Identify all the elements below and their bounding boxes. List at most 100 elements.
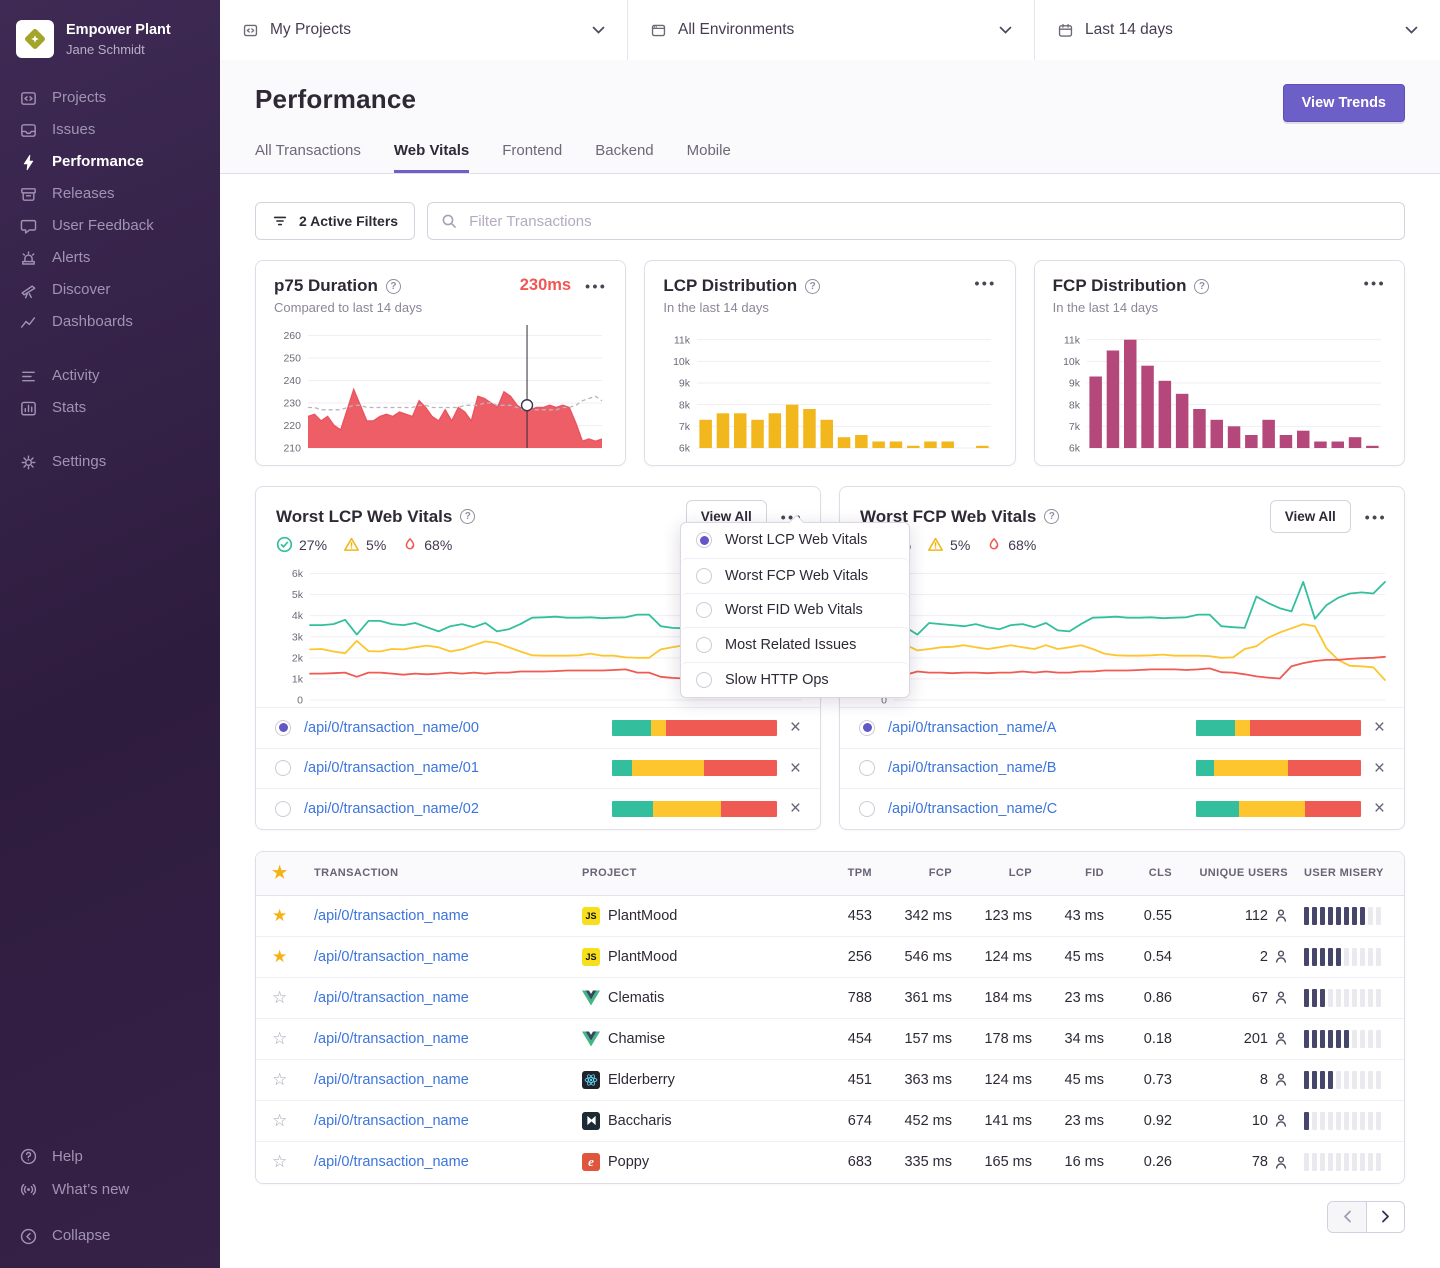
transaction-radio[interactable] bbox=[859, 801, 875, 817]
help-circle-icon[interactable]: ? bbox=[1044, 509, 1059, 524]
column-header[interactable]: PROJECT bbox=[582, 867, 810, 879]
close-icon[interactable]: × bbox=[1374, 799, 1385, 818]
close-icon[interactable]: × bbox=[790, 718, 801, 737]
option-radio[interactable] bbox=[696, 568, 712, 584]
org-switcher[interactable]: Empower Plant Jane Schmidt bbox=[0, 20, 220, 58]
column-header[interactable]: UNIQUE USERS bbox=[1172, 867, 1288, 879]
card-menu-button[interactable]: ••• bbox=[974, 276, 996, 290]
tab-backend[interactable]: Backend bbox=[595, 142, 653, 173]
option-radio[interactable] bbox=[696, 602, 712, 618]
dropdown-option-slow-http-ops[interactable]: Slow HTTP Ops bbox=[681, 662, 909, 697]
project-filter-dropdown[interactable]: My Projects bbox=[220, 0, 628, 60]
next-page-button[interactable] bbox=[1366, 1202, 1404, 1232]
help-circle-icon[interactable]: ? bbox=[460, 509, 475, 524]
column-header[interactable]: TPM bbox=[810, 867, 872, 879]
sidebar-item-settings[interactable]: Settings bbox=[0, 446, 220, 478]
close-icon[interactable]: × bbox=[1374, 718, 1385, 737]
transaction-radio[interactable] bbox=[275, 801, 291, 817]
view-trends-button[interactable]: View Trends bbox=[1283, 84, 1405, 122]
star-icon[interactable]: ☆ bbox=[272, 1029, 314, 1049]
date-range-dropdown[interactable]: Last 14 days bbox=[1035, 0, 1440, 60]
sidebar-item-activity[interactable]: Activity bbox=[0, 360, 220, 392]
sidebar-item-alerts[interactable]: Alerts bbox=[0, 242, 220, 274]
transaction-link[interactable]: /api/0/transaction_name/C bbox=[888, 801, 1183, 817]
transaction-link[interactable]: /api/0/transaction_name bbox=[314, 1154, 582, 1170]
project-cell[interactable]: Baccharis bbox=[582, 1112, 810, 1130]
active-filters-button[interactable]: 2 Active Filters bbox=[255, 202, 415, 240]
card-menu-button[interactable]: ••• bbox=[1364, 276, 1386, 290]
star-icon[interactable]: ☆ bbox=[272, 1070, 314, 1090]
column-header[interactable]: FID bbox=[1032, 867, 1104, 879]
star-icon[interactable]: ☆ bbox=[272, 1152, 314, 1172]
column-header[interactable]: LCP bbox=[952, 867, 1032, 879]
transaction-radio[interactable] bbox=[275, 720, 291, 736]
transaction-link[interactable]: /api/0/transaction_name/B bbox=[888, 760, 1183, 776]
search-input[interactable] bbox=[467, 212, 1391, 231]
column-header[interactable]: USER MISERY bbox=[1288, 867, 1390, 879]
sidebar-item-stats[interactable]: Stats bbox=[0, 392, 220, 424]
view-all-button[interactable]: View All bbox=[1270, 500, 1351, 533]
transaction-link[interactable]: /api/0/transaction_name bbox=[314, 1113, 582, 1129]
tab-all-transactions[interactable]: All Transactions bbox=[255, 142, 361, 173]
close-icon[interactable]: × bbox=[1374, 759, 1385, 778]
column-header[interactable]: FCP bbox=[872, 867, 952, 879]
project-cell[interactable]: ePoppy bbox=[582, 1153, 810, 1171]
sidebar-item-projects[interactable]: Projects bbox=[0, 82, 220, 114]
option-radio[interactable] bbox=[696, 532, 712, 548]
star-icon[interactable]: ☆ bbox=[272, 1111, 314, 1131]
card-menu-button[interactable]: ••• bbox=[1365, 510, 1387, 524]
sidebar-item-issues[interactable]: Issues bbox=[0, 114, 220, 146]
tab-mobile[interactable]: Mobile bbox=[687, 142, 731, 173]
option-radio[interactable] bbox=[696, 637, 712, 653]
sidebar-item-releases[interactable]: Releases bbox=[0, 178, 220, 210]
sidebar-item-dashboards[interactable]: Dashboards bbox=[0, 306, 220, 338]
transaction-link[interactable]: /api/0/transaction_name bbox=[314, 908, 582, 924]
transaction-link[interactable]: /api/0/transaction_name/01 bbox=[304, 760, 599, 776]
sidebar-item-help[interactable]: Help bbox=[0, 1140, 220, 1173]
project-cell[interactable]: JSPlantMood bbox=[582, 948, 810, 966]
star-icon[interactable]: ★ bbox=[272, 906, 314, 926]
transaction-link[interactable]: /api/0/transaction_name bbox=[314, 1031, 582, 1047]
close-icon[interactable]: × bbox=[790, 799, 801, 818]
column-header[interactable]: TRANSACTION bbox=[314, 867, 582, 879]
close-icon[interactable]: × bbox=[790, 759, 801, 778]
option-radio[interactable] bbox=[696, 672, 712, 688]
transaction-link[interactable]: /api/0/transaction_name/00 bbox=[304, 720, 599, 736]
transaction-radio[interactable] bbox=[275, 760, 291, 776]
transaction-radio[interactable] bbox=[859, 720, 875, 736]
card-title: Worst LCP Web Vitals bbox=[276, 507, 452, 527]
dropdown-option-most-related-issues[interactable]: Most Related Issues bbox=[681, 627, 909, 662]
sidebar-item-collapse[interactable]: Collapse bbox=[0, 1220, 220, 1252]
calendar-icon bbox=[1057, 22, 1074, 39]
card-menu-button[interactable]: ••• bbox=[585, 279, 607, 293]
help-circle-icon[interactable]: ? bbox=[1194, 279, 1209, 294]
tpm-value: 674 bbox=[810, 1113, 872, 1129]
transaction-link[interactable]: /api/0/transaction_name bbox=[314, 1072, 582, 1088]
project-cell[interactable]: Clematis bbox=[582, 990, 810, 1006]
project-cell[interactable]: Elderberry bbox=[582, 1071, 810, 1089]
help-circle-icon[interactable]: ? bbox=[386, 279, 401, 294]
transaction-link[interactable]: /api/0/transaction_name bbox=[314, 990, 582, 1006]
project-cell[interactable]: JSPlantMood bbox=[582, 907, 810, 925]
transaction-radio[interactable] bbox=[859, 760, 875, 776]
column-header[interactable]: CLS bbox=[1104, 867, 1172, 879]
transaction-link[interactable]: /api/0/transaction_name/02 bbox=[304, 801, 599, 817]
sidebar-item-whats-new[interactable]: What’s new bbox=[0, 1173, 220, 1206]
tab-web-vitals[interactable]: Web Vitals bbox=[394, 142, 469, 173]
sidebar-item-user-feedback[interactable]: User Feedback bbox=[0, 210, 220, 242]
star-icon[interactable]: ★ bbox=[272, 947, 314, 967]
transaction-link[interactable]: /api/0/transaction_name bbox=[314, 949, 582, 965]
tab-frontend[interactable]: Frontend bbox=[502, 142, 562, 173]
transaction-link[interactable]: /api/0/transaction_name/A bbox=[888, 720, 1183, 736]
dropdown-option-worst-fcp-web-vitals[interactable]: Worst FCP Web Vitals bbox=[681, 558, 909, 593]
previous-page-button[interactable] bbox=[1328, 1202, 1366, 1232]
help-circle-icon[interactable]: ? bbox=[805, 279, 820, 294]
environment-filter-dropdown[interactable]: All Environments bbox=[628, 0, 1035, 60]
dropdown-option-worst-lcp-web-vitals[interactable]: Worst LCP Web Vitals bbox=[681, 523, 909, 558]
sidebar-item-performance[interactable]: Performance bbox=[0, 146, 220, 178]
star-icon[interactable]: ★ bbox=[272, 863, 314, 883]
dropdown-option-worst-fid-web-vitals[interactable]: Worst FID Web Vitals bbox=[681, 593, 909, 628]
sidebar-item-discover[interactable]: Discover bbox=[0, 274, 220, 306]
project-cell[interactable]: Chamise bbox=[582, 1031, 810, 1047]
star-icon[interactable]: ☆ bbox=[272, 988, 314, 1008]
